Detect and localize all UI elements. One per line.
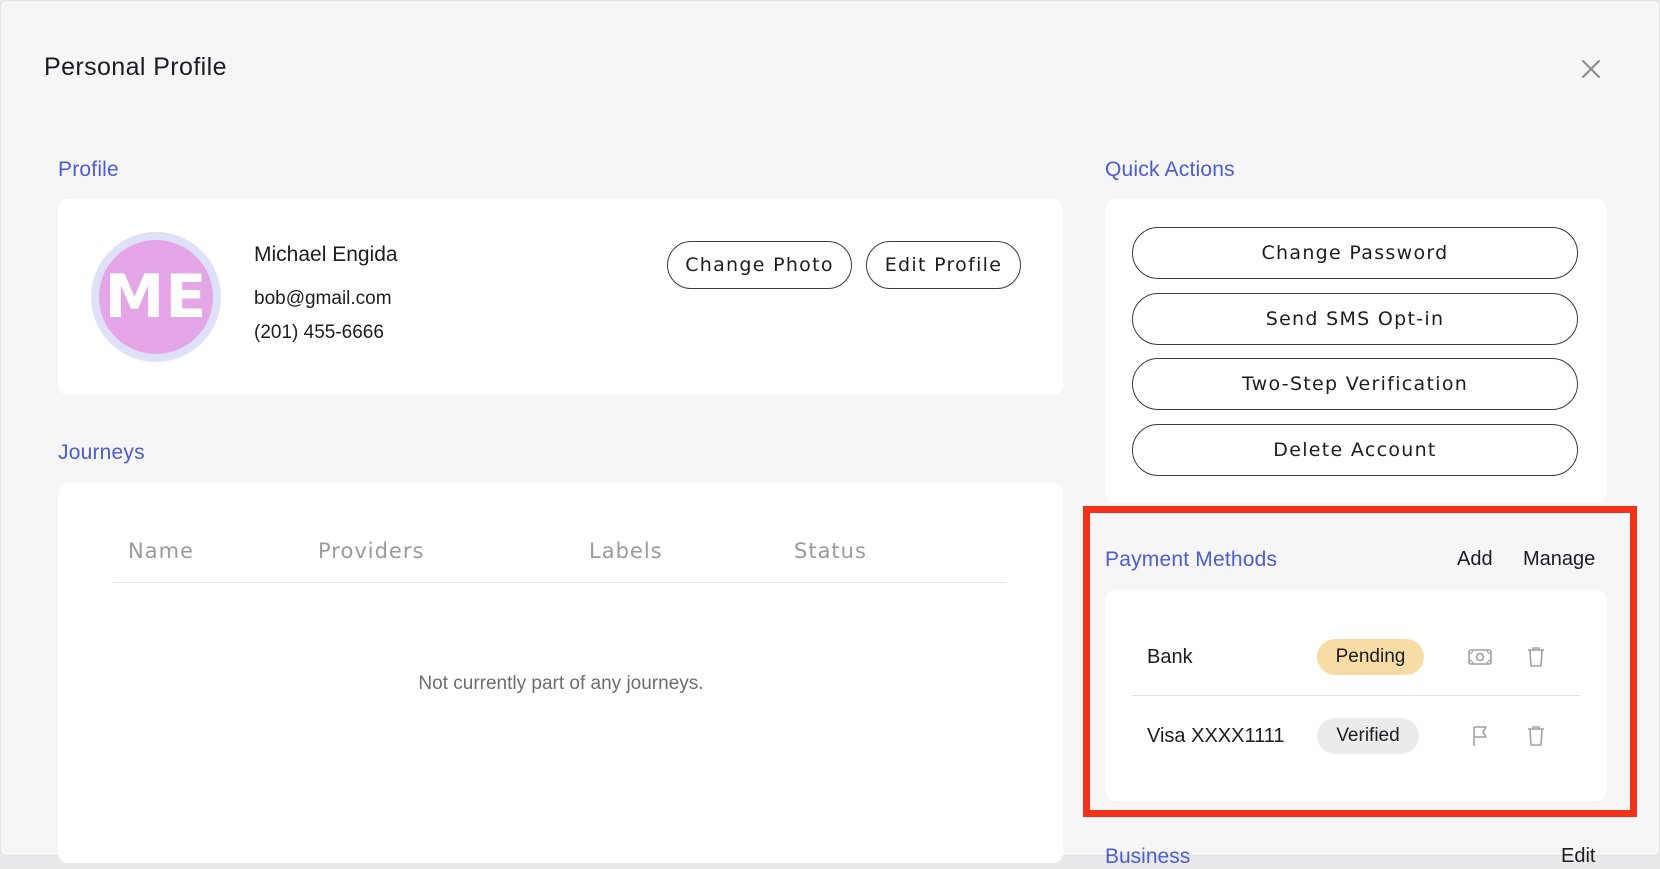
personal-profile-modal: Personal Profile Profile ME Michael Engi… bbox=[0, 0, 1660, 868]
payment-methods-highlight bbox=[1083, 506, 1637, 817]
business-edit-link[interactable]: Edit bbox=[1561, 845, 1595, 868]
profile-phone: (201) 455-6666 bbox=[254, 322, 384, 343]
change-photo-button[interactable]: Change Photo bbox=[667, 241, 852, 289]
modal-title: Personal Profile bbox=[44, 53, 227, 81]
close-icon[interactable] bbox=[1579, 57, 1603, 81]
avatar-initials: ME bbox=[99, 240, 213, 354]
business-section-title: Business bbox=[1105, 845, 1191, 868]
column-header-status[interactable]: Status bbox=[794, 539, 867, 563]
avatar: ME bbox=[91, 232, 221, 362]
column-header-name[interactable]: Name bbox=[128, 539, 194, 563]
quick-actions-section-title: Quick Actions bbox=[1105, 158, 1235, 181]
profile-name: Michael Engida bbox=[254, 243, 398, 266]
column-header-labels[interactable]: Labels bbox=[589, 539, 663, 563]
edit-profile-button[interactable]: Edit Profile bbox=[866, 241, 1021, 289]
journeys-section-title: Journeys bbox=[58, 441, 145, 464]
table-divider bbox=[113, 582, 1006, 583]
delete-account-button[interactable]: Delete Account bbox=[1132, 424, 1578, 476]
column-header-providers[interactable]: Providers bbox=[318, 539, 424, 563]
profile-email: bob@gmail.com bbox=[254, 288, 392, 309]
journeys-empty-message: Not currently part of any journeys. bbox=[418, 673, 704, 694]
change-password-button[interactable]: Change Password bbox=[1132, 227, 1578, 279]
send-sms-opt-in-button[interactable]: Send SMS Opt-in bbox=[1132, 293, 1578, 345]
two-step-verification-button[interactable]: Two-Step Verification bbox=[1132, 358, 1578, 410]
profile-section-title: Profile bbox=[58, 158, 119, 181]
